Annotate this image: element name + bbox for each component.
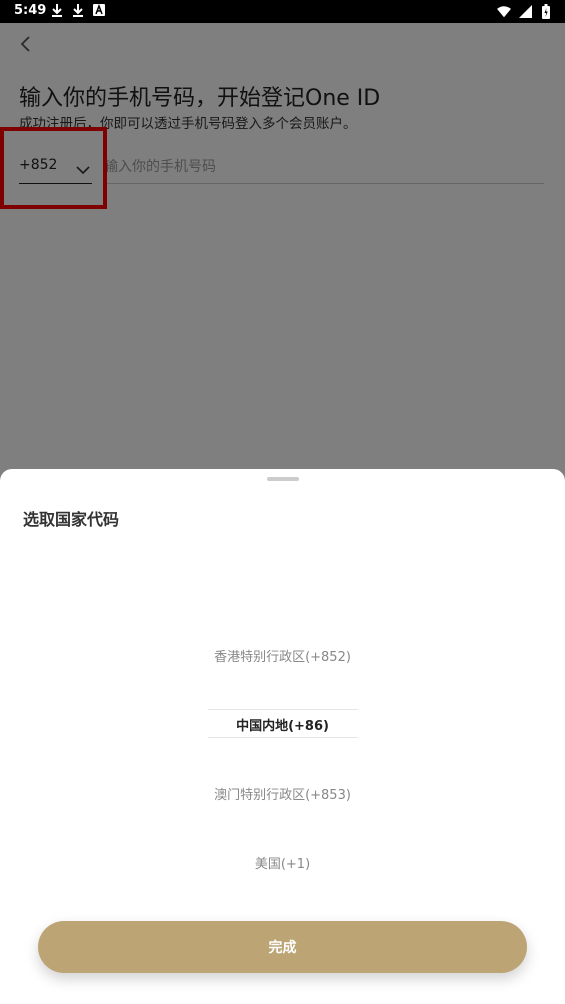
sheet-title: 选取国家代码 — [23, 510, 120, 529]
signal-icon — [518, 3, 532, 19]
picker-option-china-mainland[interactable]: 中国内地(+86) — [0, 715, 565, 734]
country-code-sheet: 选取国家代码 香港特别行政区(+852) 中国内地(+86) 澳门特别行政区(+… — [0, 469, 565, 1004]
a-icon — [92, 2, 106, 18]
picker-divider-top — [208, 709, 358, 710]
picker-option-usa[interactable]: 美国(+1) — [0, 853, 565, 872]
wifi-icon — [497, 3, 511, 19]
done-button[interactable]: 完成 — [38, 921, 527, 973]
download-icon — [50, 2, 64, 18]
battery-icon — [539, 3, 553, 19]
picker-option-macau[interactable]: 澳门特别行政区(+853) — [0, 784, 565, 803]
picker-option-hong-kong[interactable]: 香港特别行政区(+852) — [0, 646, 565, 665]
status-bar: 5:49 — [0, 0, 565, 23]
notification-icons — [50, 2, 106, 18]
download-icon — [71, 2, 85, 18]
status-time: 5:49 — [14, 3, 47, 18]
system-icons — [497, 3, 553, 19]
picker-divider-bottom — [208, 737, 358, 738]
drag-handle[interactable] — [267, 477, 299, 481]
